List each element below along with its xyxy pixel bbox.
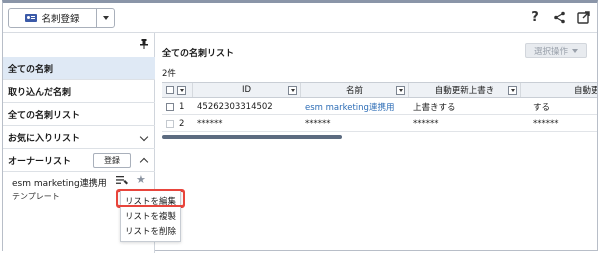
horizontal-scrollbar[interactable] xyxy=(162,135,342,139)
pin-icon[interactable] xyxy=(140,39,148,49)
id-cell: ****** xyxy=(193,116,301,131)
column-menu-toggle[interactable] xyxy=(288,86,297,95)
id-cell: 45262303314502 xyxy=(193,99,301,114)
sidebar-item-label: オーナーリスト xyxy=(8,156,72,167)
column-header-label: ID xyxy=(241,85,252,95)
owner-list-type: テンプレート xyxy=(12,192,60,201)
chevron-down-icon xyxy=(398,89,403,92)
row-select-cell: 2 xyxy=(162,116,193,131)
sidebar-item-label: お気に入りリスト xyxy=(8,133,81,144)
auto-update-cell: する xyxy=(521,99,597,114)
row-overwrite: 上書きする xyxy=(413,102,456,113)
sidebar-item-imported-cards[interactable]: 取り込んだ名刺 xyxy=(3,80,155,103)
column-header-label: 自動更新 xyxy=(573,86,597,96)
row-checkbox[interactable] xyxy=(166,119,174,128)
column-header-name[interactable]: 名前 xyxy=(301,83,409,97)
chevron-down-icon xyxy=(139,132,149,142)
chevron-down-icon xyxy=(179,88,184,92)
share-icon[interactable] xyxy=(551,9,567,25)
register-menu-toggle[interactable] xyxy=(97,9,114,27)
auto-update-cell: ****** xyxy=(521,116,597,131)
star-icon[interactable]: ★ xyxy=(136,173,146,186)
select-all-checkbox[interactable] xyxy=(166,86,174,94)
column-header-label: 自動更新上書き xyxy=(434,86,495,96)
business-card-icon xyxy=(25,14,38,22)
owner-list-register-button[interactable]: 登録 xyxy=(93,153,131,168)
name-cell: esm marketing連携用 xyxy=(301,99,409,114)
help-icon[interactable]: ? xyxy=(527,9,543,25)
app-frame: 名刺登録 ? 全ての名刺 取り込んだ名刺 全ての名刺リスト お気に入りリスト オ… xyxy=(2,0,598,253)
row-checkbox[interactable] xyxy=(166,102,174,111)
sidebar-item-owner-lists[interactable]: オーナーリスト 登録 xyxy=(3,149,155,172)
column-header-label: 名前 xyxy=(345,86,363,96)
chevron-down-icon xyxy=(510,89,515,92)
row-name: ****** xyxy=(305,118,331,129)
table-header-row: ID 名前 自動更新上書き 自動更新 xyxy=(162,83,597,98)
chevron-up-icon xyxy=(139,157,149,167)
selection-operations-label: 選択操作 xyxy=(533,46,568,57)
sidebar-item-label: 取り込んだ名刺 xyxy=(8,87,72,98)
column-header-auto-overwrite[interactable]: 自動更新上書き xyxy=(409,83,521,97)
list-edit-icon[interactable] xyxy=(116,175,128,185)
row-id: ****** xyxy=(197,118,223,129)
column-menu-toggle[interactable] xyxy=(508,86,517,95)
owner-list-name[interactable]: esm marketing連携用 xyxy=(12,176,107,189)
column-menu-toggle[interactable] xyxy=(396,86,405,95)
sidebar-item-all-cards[interactable]: 全ての名刺 xyxy=(3,57,155,80)
toolbar-icons: ? xyxy=(527,9,591,25)
chevron-down-icon xyxy=(572,48,578,53)
row-id: 45262303314502 xyxy=(197,101,273,112)
name-cell: ****** xyxy=(301,116,409,131)
row-number: 1 xyxy=(179,101,185,112)
overwrite-cell: 上書きする xyxy=(409,99,521,114)
sidebar-item-label: 全ての名刺リスト xyxy=(8,110,81,121)
register-card-label: 名刺登録 xyxy=(41,14,80,25)
row-select-cell: 1 xyxy=(162,99,193,114)
card-list-table: ID 名前 自動更新上書き 自動更新 1 xyxy=(162,82,597,132)
table-row[interactable]: 1 45262303314502 esm marketing連携用 上書きする … xyxy=(162,99,597,115)
column-header-auto-update[interactable]: 自動更新 xyxy=(521,83,597,97)
selection-operations-button[interactable]: 選択操作 xyxy=(525,43,587,58)
sidebar-item-label: 全ての名刺 xyxy=(8,64,54,75)
top-toolbar: 名刺登録 ? xyxy=(3,3,597,33)
open-external-icon[interactable] xyxy=(575,9,591,25)
sidebar-item-all-card-lists[interactable]: 全ての名刺リスト xyxy=(3,103,155,126)
table-row[interactable]: 2 ****** ****** ****** ****** xyxy=(162,116,597,132)
register-card-button[interactable]: 名刺登録 xyxy=(9,9,96,27)
page-title: 全ての名刺リスト xyxy=(162,49,235,59)
main-panel: 全ての名刺リスト 2件 選択操作 ID 名前 自動更新上書き 自動 1 4526… xyxy=(156,33,597,253)
row-auto-update: ****** xyxy=(533,118,559,129)
register-card-split-button: 名刺登録 xyxy=(8,8,115,28)
chevron-down-icon xyxy=(290,89,295,92)
column-header-id[interactable]: ID xyxy=(193,83,301,97)
result-count: 2件 xyxy=(162,69,176,79)
chevron-down-icon xyxy=(102,16,109,20)
select-menu-toggle[interactable] xyxy=(177,85,186,95)
row-auto-update: する xyxy=(533,102,551,113)
overwrite-cell: ****** xyxy=(409,116,521,131)
row-overwrite: ****** xyxy=(413,118,439,129)
select-all-cell xyxy=(162,83,193,97)
sidebar-item-favorite-lists[interactable]: お気に入りリスト xyxy=(3,126,155,149)
row-name-link[interactable]: esm marketing連携用 xyxy=(305,101,394,113)
row-number: 2 xyxy=(179,118,185,129)
